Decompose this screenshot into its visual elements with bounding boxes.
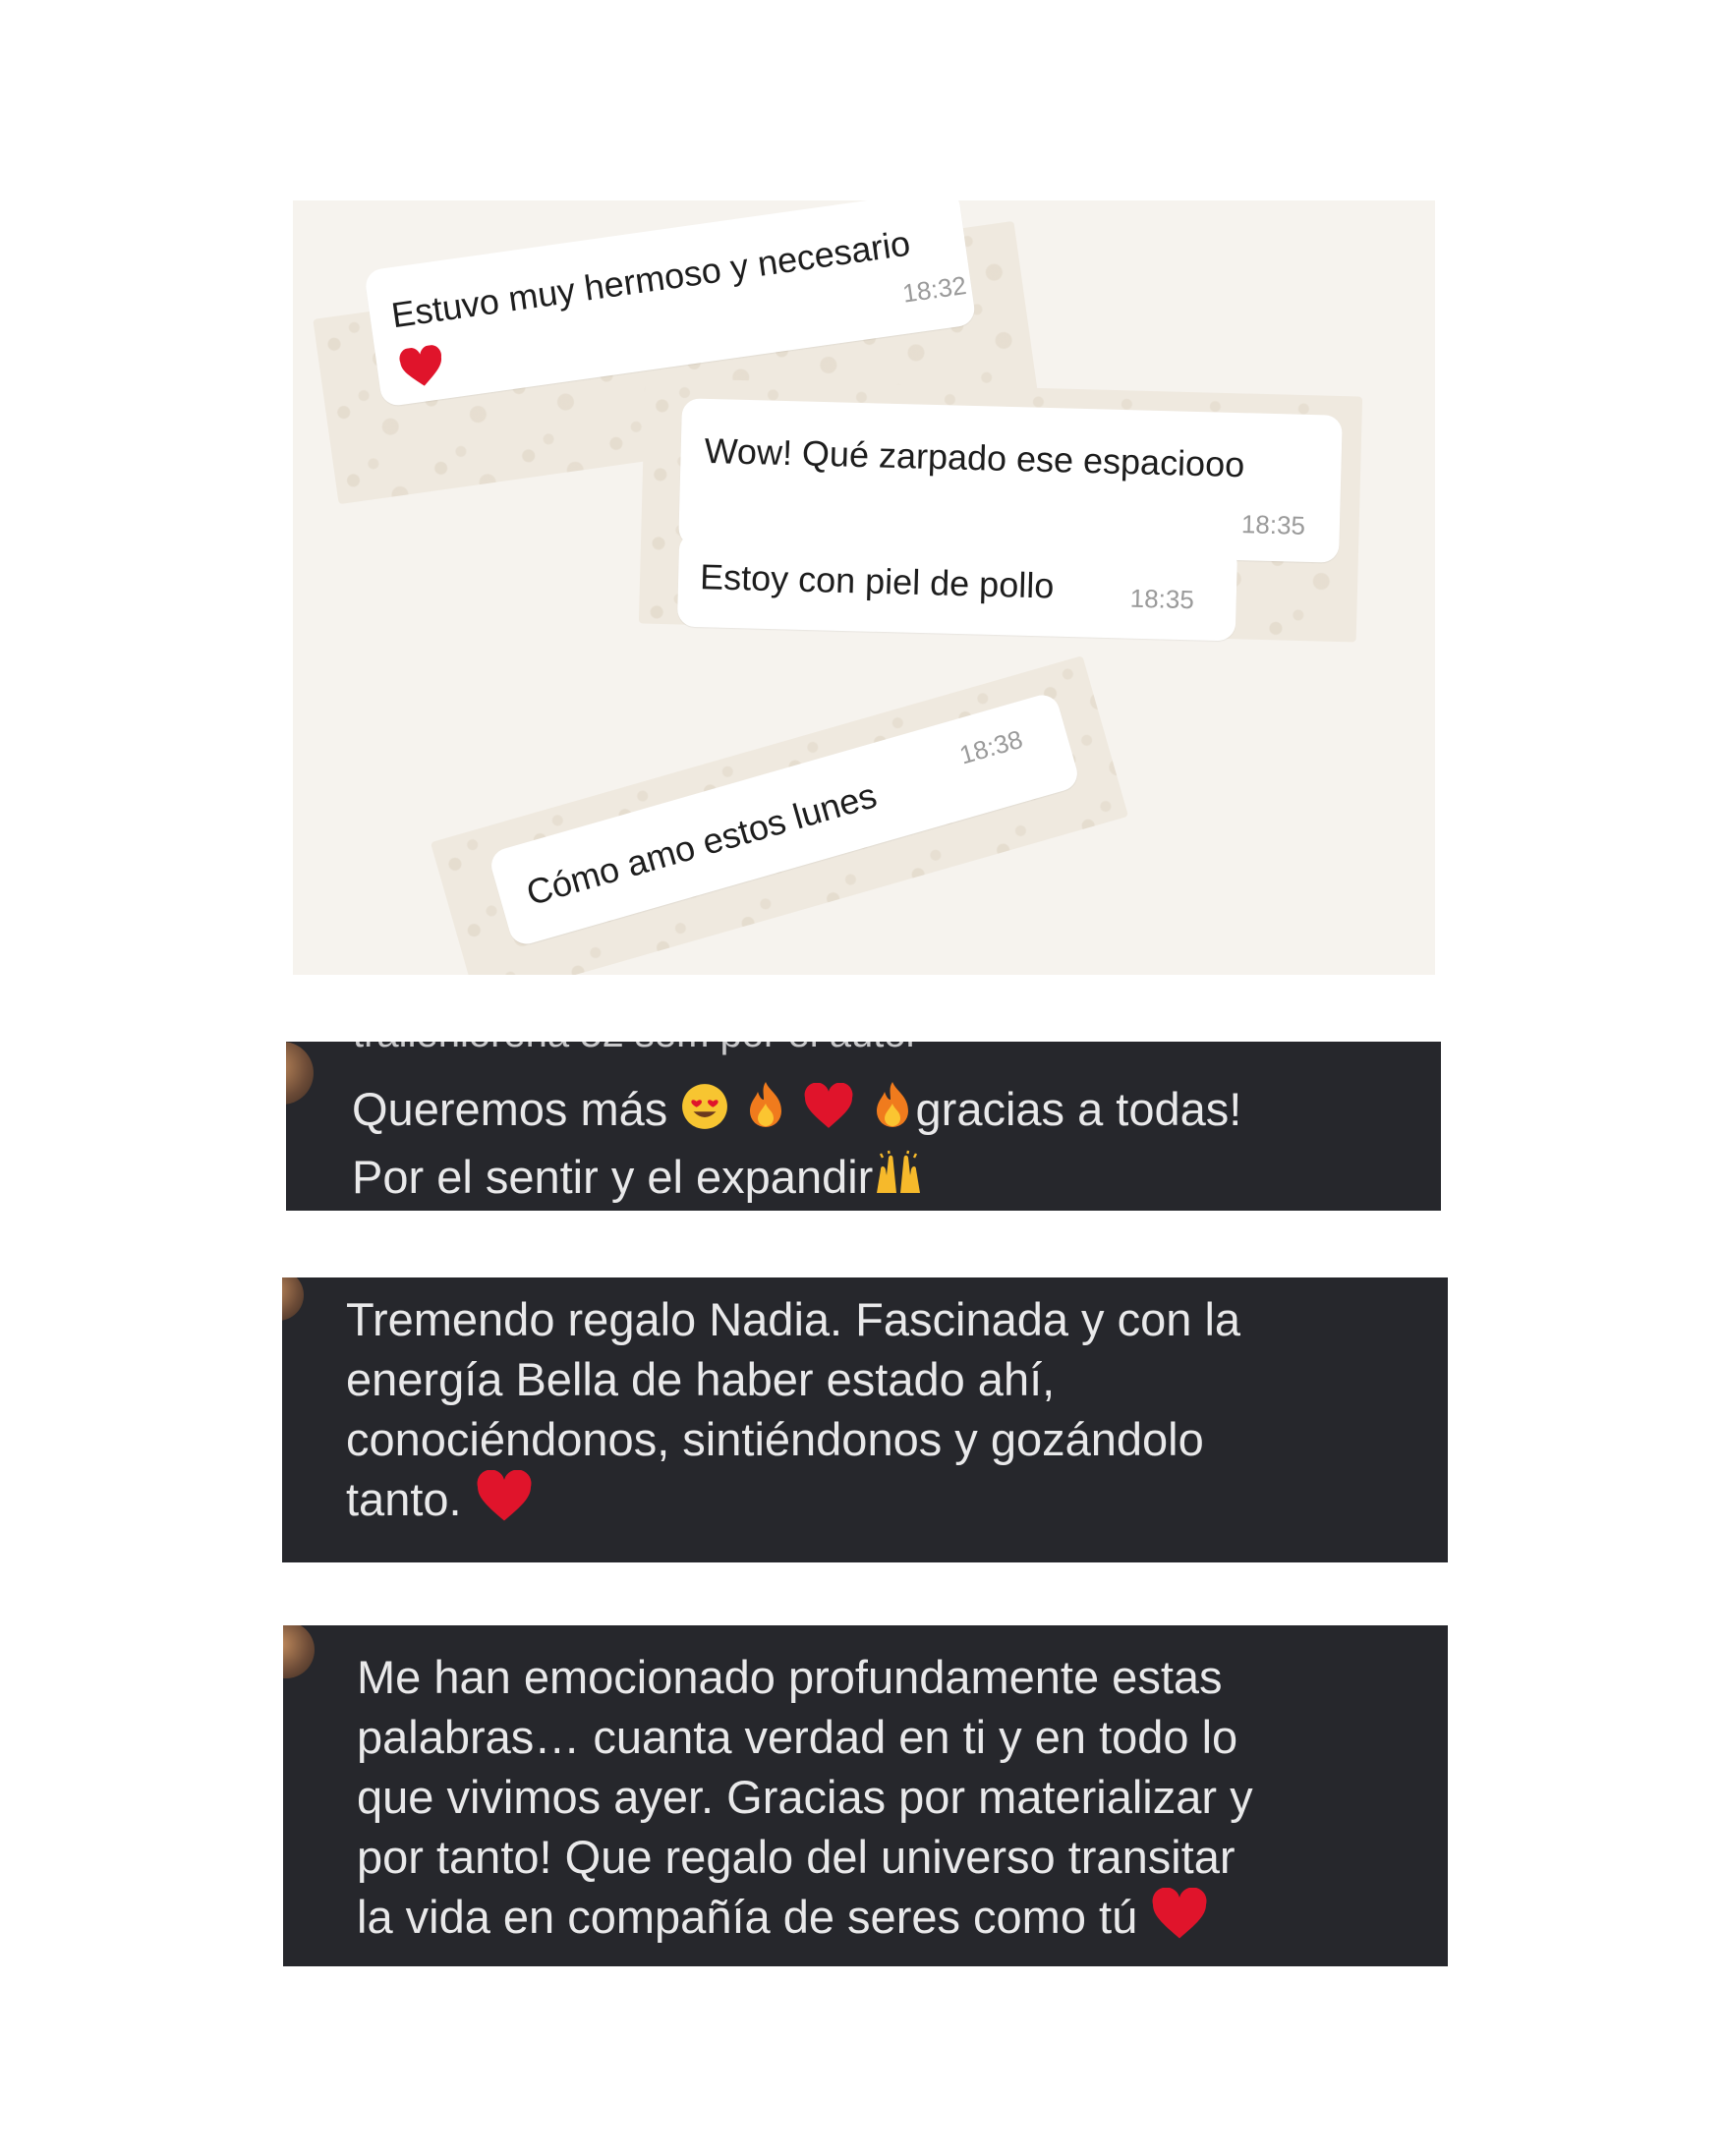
message-time: 18:35 [1240, 509, 1306, 540]
comment-line: energía Bella de haber estado ahí, [346, 1353, 1056, 1405]
raised-hands-icon [873, 1150, 924, 1211]
fire-icon [869, 1080, 916, 1147]
heart-icon [1150, 1887, 1209, 1955]
chat-screenshot-panel: Estuvo muy hermoso y necesario 18:32 Wow… [293, 200, 1435, 975]
comment-line: Tremendo regalo Nadia. Fascinada y con l… [346, 1293, 1241, 1345]
comment-card: Me han emocionado profundamente estas pa… [283, 1625, 1448, 1966]
heart-eyes-icon [680, 1082, 729, 1145]
heart-icon [475, 1469, 534, 1537]
comment-text: Queremos más gracias a todas! Por el sen… [352, 1079, 1241, 1211]
comment-text-part: Queremos más [352, 1083, 668, 1135]
comment-line: Me han emocionado profundamente estas [357, 1651, 1223, 1703]
avatar [282, 1277, 304, 1321]
message-time: 18:35 [1129, 583, 1195, 615]
message-text: Wow! Qué zarpado ese espaciooo [704, 429, 1245, 485]
message-text: Estoy con piel de pollo [699, 556, 1055, 606]
comment-text: Me han emocionado profundamente estas pa… [357, 1647, 1253, 1955]
page: Estuvo muy hermoso y necesario 18:32 Wow… [0, 0, 1725, 2156]
fire-icon [742, 1080, 789, 1147]
comment-text: Tremendo regalo Nadia. Fascinada y con l… [346, 1289, 1240, 1537]
message-time: 18:38 [955, 723, 1026, 770]
avatar [283, 1625, 315, 1678]
heart-icon [396, 344, 448, 400]
comment-card: Tremendo regalo Nadia. Fascinada y con l… [282, 1277, 1448, 1562]
comment-text-part: gracias a todas! [915, 1083, 1242, 1135]
message-time: 18:32 [900, 269, 969, 309]
comment-text-part: Por el sentir y el expandir [352, 1150, 874, 1203]
comment-line: que vivimos ayer. Gracias por materializ… [357, 1771, 1253, 1823]
comment-text-part: la vida en compañía de seres como tú [357, 1891, 1138, 1943]
heart-icon [802, 1082, 855, 1144]
comment-text-part: tanto. [346, 1473, 462, 1525]
comment-header: trailenlorena 52 sem por el autor [353, 1042, 919, 1056]
comment-line: palabras… cuanta verdad en ti y en todo … [357, 1711, 1238, 1763]
comment-line: conociéndonos, sintiéndonos y gozándolo [346, 1413, 1204, 1465]
message-bubble: Estoy con piel de pollo 18:35 [676, 532, 1238, 642]
comment-card: trailenlorena 52 sem por el autor Querem… [286, 1042, 1441, 1211]
comment-line: por tanto! Que regalo del universo trans… [357, 1831, 1236, 1883]
message-text: Estuvo muy hermoso y necesario [388, 222, 913, 336]
avatar [286, 1042, 314, 1105]
